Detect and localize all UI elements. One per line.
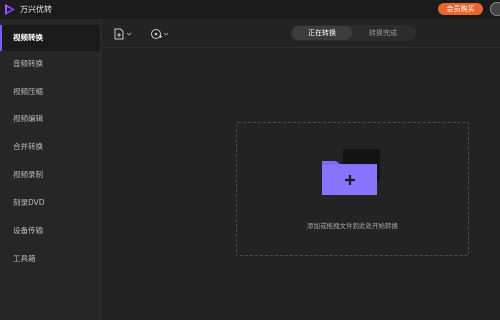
- sidebar-item-video-compress[interactable]: 视频压缩: [0, 79, 100, 105]
- sidebar-item-burn-dvd[interactable]: 刻录DVD: [0, 190, 100, 216]
- chevron-down-icon: [163, 32, 169, 36]
- add-file-icon: [114, 28, 124, 39]
- user-avatar[interactable]: [490, 2, 500, 16]
- tab-completed[interactable]: 转换完成: [353, 26, 413, 40]
- vip-purchase-button[interactable]: 会员购买: [438, 3, 483, 15]
- drop-zone[interactable]: 添加或拖拽文件到此处开始转换: [236, 122, 469, 256]
- add-file-button[interactable]: [114, 27, 132, 40]
- folder-add-icon: [322, 149, 380, 195]
- toolbar: 正在转换 转换完成: [102, 19, 500, 48]
- drop-hint-text: 添加或拖拽文件到此处开始转换: [307, 222, 398, 230]
- sidebar-item-video-convert[interactable]: 视频转换: [0, 25, 100, 51]
- sidebar-item-toolbox[interactable]: 工具箱: [0, 246, 100, 272]
- add-media-button[interactable]: [150, 27, 169, 40]
- app-title: 万兴优转: [20, 5, 52, 14]
- sidebar-item-device-transfer[interactable]: 设备传输: [0, 218, 100, 244]
- add-media-icon: [151, 28, 162, 39]
- sidebar-item-merge-convert[interactable]: 合并转换: [0, 134, 100, 160]
- tab-converting[interactable]: 正在转换: [292, 26, 352, 40]
- sidebar-item-video-edit[interactable]: 视频编辑: [0, 106, 100, 132]
- sidebar-item-audio-convert[interactable]: 音频转换: [0, 51, 100, 77]
- title-bar: 万兴优转 会员购买: [0, 0, 500, 19]
- sidebar-item-video-record[interactable]: 视频录制: [0, 162, 100, 188]
- sidebar: 视频转换 音频转换 视频压缩 视频编辑 合并转换 视频录制 刻录DVD 设备传输…: [0, 19, 101, 320]
- status-tabs: 正在转换 转换完成: [290, 25, 416, 41]
- chevron-down-icon: [126, 32, 132, 36]
- main-panel: 正在转换 转换完成 添加或拖拽文件到此处开始转换: [102, 19, 500, 320]
- app-logo-icon: [5, 4, 15, 15]
